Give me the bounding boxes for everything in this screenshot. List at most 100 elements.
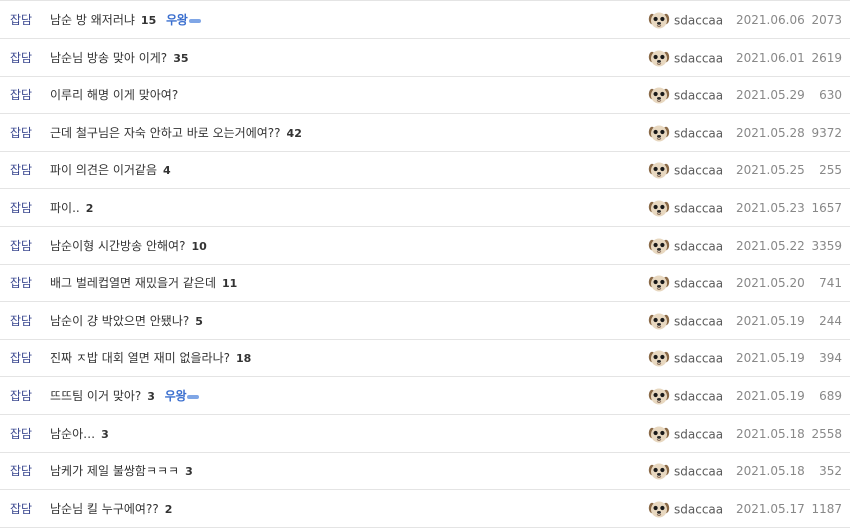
post-title-link[interactable]: 파이.. <box>50 201 80 215</box>
post-row[interactable]: 잡담 뜨뜨팀 이거 맞아? 3 우왕 sdaccaa 2021.05.19 689 <box>0 378 850 415</box>
post-category-link[interactable]: 잡담 <box>10 40 32 76</box>
writer-name[interactable]: sdaccaa <box>674 89 723 103</box>
post-category-link[interactable]: 잡담 <box>10 190 32 226</box>
post-writer[interactable]: sdaccaa <box>648 416 723 453</box>
post-writer[interactable]: sdaccaa <box>648 265 723 302</box>
post-writer[interactable]: sdaccaa <box>648 378 723 415</box>
post-row[interactable]: 잡담 남순아… 3 sdaccaa 2021.05.18 2558 <box>0 416 850 453</box>
post-row[interactable]: 잡담 남순님 킬 누구에여?? 2 sdaccaa 2021.05.17 1187 <box>0 491 850 528</box>
post-writer[interactable]: sdaccaa <box>648 115 723 152</box>
writer-name[interactable]: sdaccaa <box>674 315 723 329</box>
puppy-face-icon <box>648 313 670 329</box>
post-title-link[interactable]: 뜨뜨팀 이거 맞아? <box>50 389 141 403</box>
reply-count[interactable]: 18 <box>236 352 251 365</box>
post-category-link[interactable]: 잡담 <box>10 453 32 489</box>
badge-label: 우왕 <box>164 389 187 403</box>
post-row[interactable]: 잡담 남순님 방송 맞아 이게? 35 sdaccaa 2021.06.01 26… <box>0 40 850 77</box>
puppy-face-icon <box>648 12 670 28</box>
post-title-link[interactable]: 남케가 제일 불쌍함ㅋㅋㅋ <box>50 464 179 478</box>
reply-count[interactable]: 42 <box>287 127 302 140</box>
post-category-link[interactable]: 잡담 <box>10 378 32 414</box>
post-writer[interactable]: sdaccaa <box>648 340 723 377</box>
post-row[interactable]: 잡담 남순이형 시간방송 안해여? 10 sdaccaa 2021.05.22 3… <box>0 228 850 265</box>
post-list: 잡담 남순 방 왜저러냐 15 우왕 sdaccaa 2021.06.06 207… <box>0 0 850 530</box>
post-date: 2021.05.23 <box>736 201 805 215</box>
post-category-link[interactable]: 잡담 <box>10 228 32 264</box>
post-title-link[interactable]: 진짜 ㅈ밥 대회 열면 재미 없을라나? <box>50 351 230 365</box>
reply-count[interactable]: 5 <box>195 315 203 328</box>
post-row[interactable]: 잡담 파이.. 2 sdaccaa 2021.05.23 1657 <box>0 190 850 227</box>
post-writer[interactable]: sdaccaa <box>648 152 723 189</box>
post-writer[interactable]: sdaccaa <box>648 228 723 265</box>
post-title-link[interactable]: 남순님 킬 누구에여?? <box>50 502 159 516</box>
view-count: 1657 <box>811 201 842 215</box>
post-category-link[interactable]: 잡담 <box>10 416 32 452</box>
post-category-link[interactable]: 잡담 <box>10 77 32 113</box>
post-row[interactable]: 잡담 남순 방 왜저러냐 15 우왕 sdaccaa 2021.06.06 207… <box>0 2 850 39</box>
post-writer[interactable]: sdaccaa <box>648 491 723 528</box>
post-category-link[interactable]: 잡담 <box>10 2 32 38</box>
post-title-link[interactable]: 배그 벌레컵열면 재밌을거 같은데 <box>50 276 216 290</box>
view-count: 1187 <box>811 502 842 516</box>
post-category-link[interactable]: 잡담 <box>10 491 32 527</box>
post-title-link[interactable]: 남순아… <box>50 427 95 441</box>
reply-count[interactable]: 3 <box>147 390 155 403</box>
post-writer[interactable]: sdaccaa <box>648 303 723 340</box>
writer-name[interactable]: sdaccaa <box>674 52 723 66</box>
reply-count[interactable]: 4 <box>163 164 171 177</box>
post-row[interactable]: 잡담 남순이 걍 박았으면 안됐나? 5 sdaccaa 2021.05.19 2… <box>0 303 850 340</box>
post-title-link[interactable]: 남순이형 시간방송 안해여? <box>50 239 185 253</box>
writer-name[interactable]: sdaccaa <box>674 390 723 404</box>
post-row[interactable]: 잡담 파이 의견은 이거같음 4 sdaccaa 2021.05.25 255 <box>0 152 850 189</box>
writer-name[interactable]: sdaccaa <box>674 202 723 216</box>
post-row[interactable]: 잡담 배그 벌레컵열면 재밌을거 같은데 11 sdaccaa 2021.05.2… <box>0 265 850 302</box>
post-title-cell: 배그 벌레컵열면 재밌을거 같은데 11 <box>50 265 237 302</box>
post-title-link[interactable]: 파이 의견은 이거같음 <box>50 163 157 177</box>
post-title-link[interactable]: 이루리 해명 이게 맞아여? <box>50 88 178 102</box>
post-category-link[interactable]: 잡담 <box>10 303 32 339</box>
post-writer[interactable]: sdaccaa <box>648 40 723 77</box>
puppy-face-icon <box>648 426 670 442</box>
reply-count[interactable]: 3 <box>101 428 109 441</box>
reply-count[interactable]: 11 <box>222 277 237 290</box>
post-date: 2021.05.19 <box>736 351 805 365</box>
reply-count[interactable]: 35 <box>173 52 188 65</box>
post-row[interactable]: 잡담 이루리 해명 이게 맞아여? sdaccaa 2021.05.29 630 <box>0 77 850 114</box>
reply-count[interactable]: 10 <box>191 240 206 253</box>
post-date: 2021.06.01 <box>736 51 805 65</box>
post-category-link[interactable]: 잡담 <box>10 115 32 151</box>
post-row[interactable]: 잡담 진짜 ㅈ밥 대회 열면 재미 없을라나? 18 sdaccaa 2021.0… <box>0 340 850 377</box>
reply-count[interactable]: 15 <box>141 14 156 27</box>
post-row[interactable]: 잡담 근데 철구님은 자숙 안하고 바로 오는거에여?? 42 sdaccaa 2… <box>0 115 850 152</box>
writer-name[interactable]: sdaccaa <box>674 127 723 141</box>
post-title-link[interactable]: 남순 방 왜저러냐 <box>50 13 135 27</box>
reply-count[interactable]: 2 <box>86 202 94 215</box>
writer-name[interactable]: sdaccaa <box>674 503 723 517</box>
post-category-link[interactable]: 잡담 <box>10 340 32 376</box>
post-writer[interactable]: sdaccaa <box>648 2 723 39</box>
writer-name[interactable]: sdaccaa <box>674 240 723 254</box>
puppy-face-icon <box>648 388 670 404</box>
view-count: 255 <box>819 163 842 177</box>
view-count: 741 <box>819 276 842 290</box>
view-count: 689 <box>819 389 842 403</box>
post-writer[interactable]: sdaccaa <box>648 77 723 114</box>
post-writer[interactable]: sdaccaa <box>648 453 723 490</box>
writer-name[interactable]: sdaccaa <box>674 465 723 479</box>
writer-name[interactable]: sdaccaa <box>674 277 723 291</box>
post-title-link[interactable]: 남순이 걍 박았으면 안됐나? <box>50 314 189 328</box>
puppy-face-icon <box>648 162 670 178</box>
post-writer[interactable]: sdaccaa <box>648 190 723 227</box>
writer-name[interactable]: sdaccaa <box>674 352 723 366</box>
post-category-link[interactable]: 잡담 <box>10 152 32 188</box>
writer-name[interactable]: sdaccaa <box>674 164 723 178</box>
post-row[interactable]: 잡담 남케가 제일 불쌍함ㅋㅋㅋ 3 sdaccaa 2021.05.18 352 <box>0 453 850 490</box>
writer-name[interactable]: sdaccaa <box>674 14 723 28</box>
post-title-link[interactable]: 근데 철구님은 자숙 안하고 바로 오는거에여?? <box>50 126 281 140</box>
post-title-link[interactable]: 남순님 방송 맞아 이게? <box>50 51 167 65</box>
badge-label: 우왕 <box>166 13 188 27</box>
reply-count[interactable]: 3 <box>185 465 193 478</box>
post-category-link[interactable]: 잡담 <box>10 265 32 301</box>
writer-name[interactable]: sdaccaa <box>674 428 723 442</box>
reply-count[interactable]: 2 <box>165 503 173 516</box>
